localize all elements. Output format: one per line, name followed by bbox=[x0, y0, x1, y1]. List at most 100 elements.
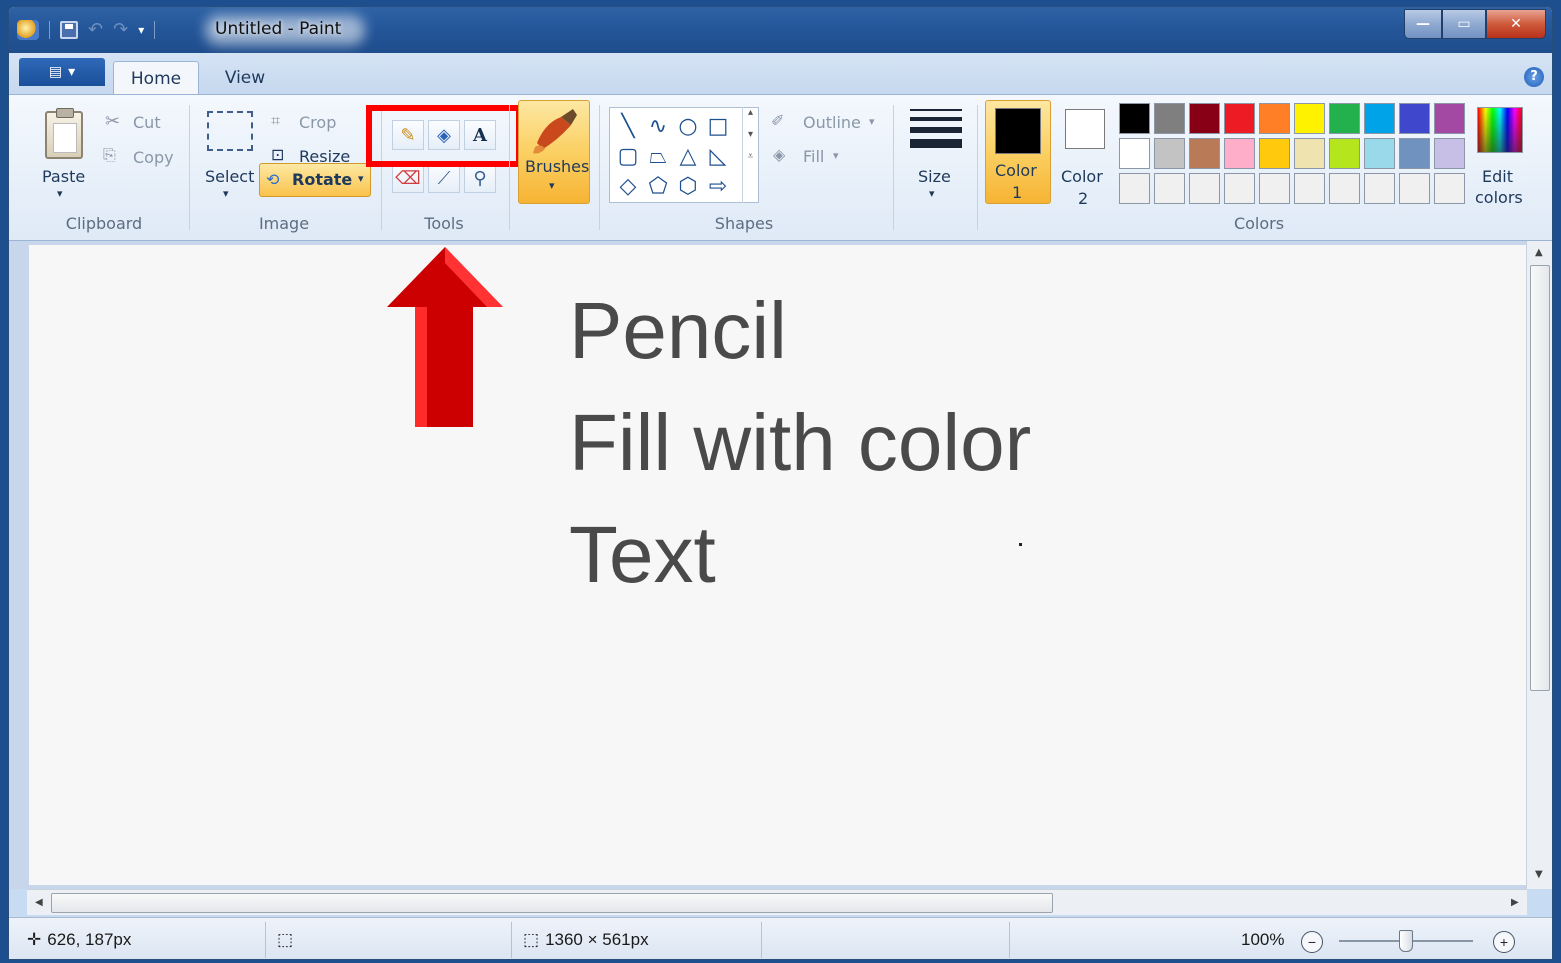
select-icon[interactable] bbox=[207, 111, 253, 151]
maximize-button[interactable]: ▭ bbox=[1442, 9, 1486, 39]
workspace: Pencil Fill with color Text ▲ ▼ bbox=[9, 241, 1552, 889]
hexagon-shape-icon[interactable]: ⬡ bbox=[674, 172, 702, 200]
palette-swatch[interactable] bbox=[1434, 173, 1465, 204]
edit-colors-icon[interactable] bbox=[1477, 107, 1523, 153]
eraser-icon[interactable]: ⌫ bbox=[392, 163, 424, 193]
zoom-out-button[interactable]: − bbox=[1301, 931, 1323, 953]
palette-swatch[interactable] bbox=[1189, 173, 1220, 204]
palette-swatch[interactable] bbox=[1189, 103, 1220, 134]
palette-swatch[interactable] bbox=[1329, 173, 1360, 204]
qat-customize-icon[interactable]: ▾ bbox=[138, 23, 144, 37]
line-shape-icon[interactable]: ╲ bbox=[614, 112, 642, 140]
palette-swatch[interactable] bbox=[1364, 103, 1395, 134]
vertical-scrollbar[interactable]: ▲ ▼ bbox=[1526, 241, 1552, 889]
polygon-shape-icon[interactable]: ⏢ bbox=[644, 142, 672, 170]
undo-icon[interactable]: ↶ bbox=[88, 19, 103, 40]
rotate-button[interactable]: ⟲ Rotate ▾ bbox=[259, 163, 371, 197]
palette-swatch[interactable] bbox=[1259, 103, 1290, 134]
redo-icon[interactable]: ↷ bbox=[113, 19, 128, 40]
palette-swatch[interactable] bbox=[1224, 103, 1255, 134]
oval-shape-icon[interactable]: ○ bbox=[674, 112, 702, 140]
horizontal-scrollbar[interactable]: ◀ ▶ bbox=[27, 889, 1527, 915]
palette-swatch[interactable] bbox=[1364, 138, 1395, 169]
application-menu-button[interactable]: ▤ ▾ bbox=[19, 58, 105, 86]
size-button[interactable]: Size bbox=[918, 167, 951, 186]
scroll-right-icon[interactable]: ▶ bbox=[1511, 897, 1519, 908]
brushes-button[interactable]: Brushes ▾ bbox=[518, 100, 590, 204]
outline-dropdown-icon[interactable]: ▾ bbox=[869, 115, 875, 128]
zoom-in-button[interactable]: + bbox=[1493, 931, 1515, 953]
tab-home[interactable]: Home bbox=[113, 61, 199, 95]
outline-button[interactable]: Outline bbox=[803, 113, 861, 132]
crop-button[interactable]: Crop bbox=[299, 113, 336, 132]
save-icon[interactable] bbox=[60, 20, 78, 39]
minimize-button[interactable]: — bbox=[1404, 9, 1442, 39]
tab-view[interactable]: View bbox=[205, 61, 285, 95]
pentagon-shape-icon[interactable]: ⬠ bbox=[644, 172, 672, 200]
cut-button[interactable]: Cut bbox=[133, 113, 161, 132]
diamond-shape-icon[interactable]: ◇ bbox=[614, 172, 642, 200]
fill-dropdown-icon[interactable]: ▾ bbox=[833, 149, 839, 162]
group-divider bbox=[599, 105, 600, 230]
palette-swatch[interactable] bbox=[1329, 138, 1360, 169]
select-button[interactable]: Select bbox=[205, 167, 254, 186]
triangle-shape-icon[interactable]: △ bbox=[674, 142, 702, 170]
copy-button[interactable]: Copy bbox=[133, 148, 174, 167]
curve-shape-icon[interactable]: ∿ bbox=[644, 112, 672, 140]
horizontal-scroll-thumb[interactable] bbox=[51, 893, 1053, 913]
shapes-scroll[interactable]: ▴ ▾ ⩡ bbox=[742, 107, 758, 203]
palette-swatch[interactable] bbox=[1259, 173, 1290, 204]
group-label-clipboard: Clipboard bbox=[65, 214, 143, 233]
paste-icon[interactable] bbox=[45, 108, 83, 159]
palette-swatch[interactable] bbox=[1364, 173, 1395, 204]
canvas-text-pencil: Pencil bbox=[569, 286, 787, 375]
edit-colors-label-2[interactable]: colors bbox=[1475, 188, 1523, 207]
scroll-down-icon[interactable]: ▼ bbox=[1535, 869, 1543, 880]
status-separator bbox=[1009, 922, 1010, 958]
palette-swatch[interactable] bbox=[1434, 138, 1465, 169]
palette-swatch[interactable] bbox=[1294, 103, 1325, 134]
palette-swatch[interactable] bbox=[1189, 138, 1220, 169]
shapes-gallery[interactable]: ╲ ∿ ○ □ ▢ ⏢ △ ◺ ◇ ⬠ ⬡ ⇨ bbox=[609, 107, 759, 203]
rounded-rectangle-shape-icon[interactable]: ▢ bbox=[614, 142, 642, 170]
paste-button[interactable]: Paste bbox=[42, 167, 85, 186]
palette-swatch[interactable] bbox=[1154, 173, 1185, 204]
close-button[interactable]: ✕ bbox=[1486, 9, 1546, 39]
scroll-left-icon[interactable]: ◀ bbox=[35, 897, 43, 908]
paint-app-icon[interactable] bbox=[17, 19, 39, 40]
palette-swatch[interactable] bbox=[1329, 103, 1360, 134]
vertical-scroll-thumb[interactable] bbox=[1530, 265, 1550, 691]
color-picker-icon[interactable]: ⟋ bbox=[428, 163, 460, 193]
paste-dropdown-icon[interactable]: ▾ bbox=[57, 187, 63, 200]
palette-swatch[interactable] bbox=[1224, 138, 1255, 169]
rectangle-shape-icon[interactable]: □ bbox=[704, 112, 732, 140]
palette-swatch[interactable] bbox=[1119, 173, 1150, 204]
zoom-slider-thumb[interactable] bbox=[1399, 930, 1413, 952]
palette-swatch[interactable] bbox=[1399, 103, 1430, 134]
palette-swatch[interactable] bbox=[1224, 173, 1255, 204]
scroll-up-icon[interactable]: ▲ bbox=[1535, 247, 1543, 258]
palette-swatch[interactable] bbox=[1434, 103, 1465, 134]
arrow-shape-icon[interactable]: ⇨ bbox=[704, 172, 732, 200]
palette-swatch[interactable] bbox=[1119, 138, 1150, 169]
help-icon[interactable]: ? bbox=[1524, 67, 1544, 87]
size-icon[interactable] bbox=[910, 109, 962, 153]
size-dropdown-icon[interactable]: ▾ bbox=[929, 187, 935, 200]
color1-button[interactable]: Color 1 bbox=[985, 100, 1051, 204]
palette-swatch[interactable] bbox=[1294, 173, 1325, 204]
palette-swatch[interactable] bbox=[1259, 138, 1290, 169]
select-dropdown-icon[interactable]: ▾ bbox=[223, 187, 229, 200]
magnifier-icon[interactable]: ⚲ bbox=[464, 163, 496, 193]
palette-swatch[interactable] bbox=[1399, 173, 1430, 204]
color1-swatch bbox=[995, 108, 1041, 154]
drawing-canvas[interactable]: Pencil Fill with color Text bbox=[29, 245, 1526, 885]
palette-swatch[interactable] bbox=[1119, 103, 1150, 134]
fill-button[interactable]: Fill bbox=[803, 147, 824, 166]
edit-colors-label-1[interactable]: Edit bbox=[1482, 167, 1513, 186]
palette-swatch[interactable] bbox=[1399, 138, 1430, 169]
palette-swatch[interactable] bbox=[1154, 138, 1185, 169]
right-triangle-shape-icon[interactable]: ◺ bbox=[704, 142, 732, 170]
group-divider bbox=[189, 105, 190, 230]
palette-swatch[interactable] bbox=[1154, 103, 1185, 134]
palette-swatch[interactable] bbox=[1294, 138, 1325, 169]
